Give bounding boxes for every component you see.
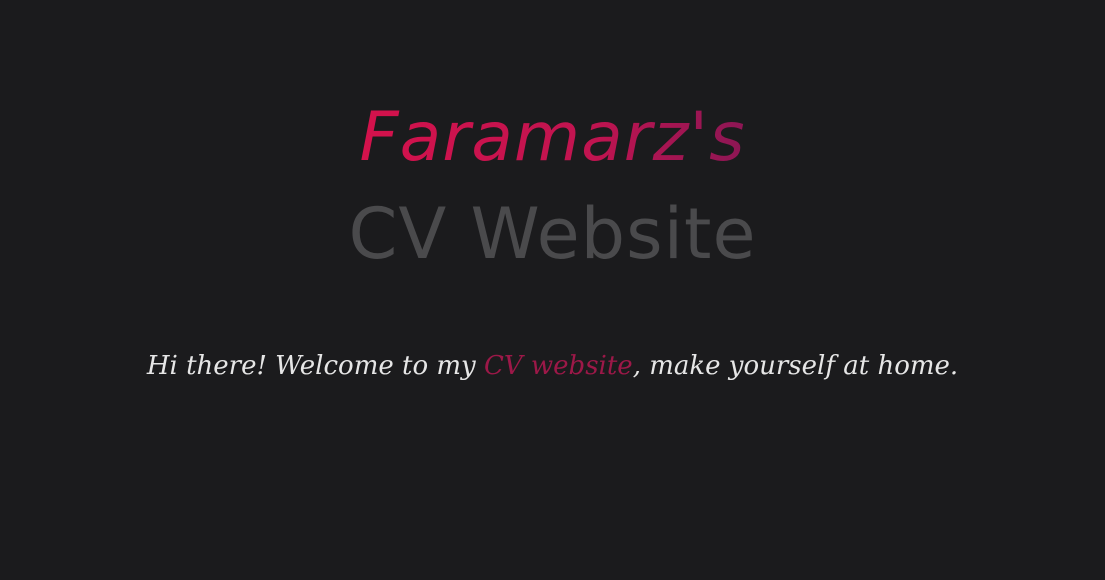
site-subtitle: CV Website — [348, 193, 757, 275]
welcome-message: Hi there! Welcome to my CV website, make… — [0, 346, 1105, 386]
cv-website-link[interactable]: CV website — [484, 351, 633, 381]
page: Faramarz's CV Website Hi there! Welcome … — [0, 0, 1105, 580]
site-owner-title: Faramarz's — [359, 92, 745, 184]
welcome-text-end: , make yourself at home. — [632, 351, 959, 381]
welcome-text-start: Hi there! Welcome to my — [146, 351, 484, 381]
hero-header: Faramarz's CV Website — [0, 92, 1105, 278]
